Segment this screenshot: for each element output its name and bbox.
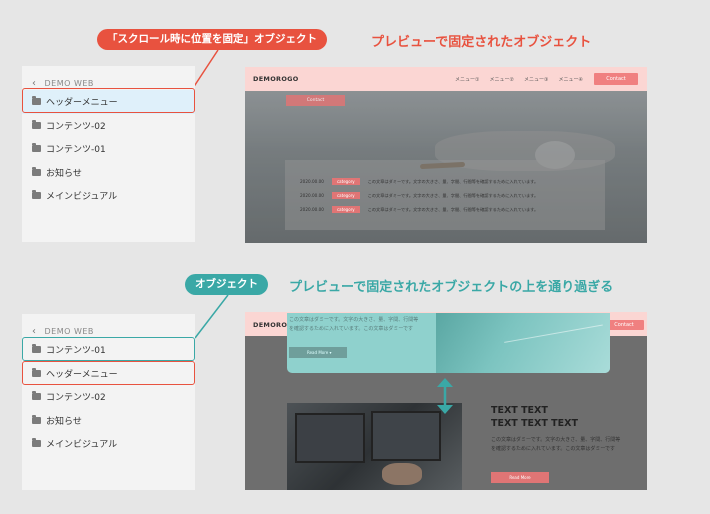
back-link[interactable]: ‹ DEMO WEB <box>32 326 94 337</box>
layer-item-label: コンテンツ-01 <box>46 346 106 357</box>
layer-item-header-menu[interactable]: ヘッダーメニュー <box>22 362 195 386</box>
layer-item-header-menu[interactable]: ヘッダーメニュー <box>22 90 195 114</box>
layer-item-label: お知らせ <box>46 416 82 427</box>
folder-icon <box>32 190 41 200</box>
layer-item-label: メインビジュアル <box>46 192 118 203</box>
contact-button-secondary[interactable]: Contact <box>286 95 345 106</box>
menu-item-3[interactable]: メニュー③ <box>524 76 548 83</box>
preview-top: Contact 2020.00.00 category この文章はダミーです。文… <box>245 67 647 243</box>
news-category: category <box>331 178 360 185</box>
layer-item-contents-01[interactable]: コンテンツ-01 <box>22 338 195 362</box>
site-logo[interactable]: DEMOROGO <box>253 75 299 83</box>
news-text: この文章はダミーです。文字の大きさ、量、字間、行間等を確認するために入れています… <box>367 206 539 212</box>
layer-item-contents-02[interactable]: コンテンツ-02 <box>22 385 195 409</box>
layer-item-label: コンテンツ-02 <box>46 393 106 404</box>
news-row[interactable]: 2020.00.00 category この文章はダミーです。文字の大きさ、量、… <box>300 178 538 185</box>
back-link[interactable]: ‹ DEMO WEB <box>32 78 94 89</box>
fixed-object-callout: 「スクロール時に位置を固定」オブジェクト <box>97 29 327 50</box>
news-text: この文章はダミーです。文字の大きさ、量、字間、行間等を確認するために入れています… <box>367 192 539 198</box>
scrolling-object: この文章はダミーです。文字の大きさ、量、字間、行間等を確認するために入れています… <box>287 313 610 373</box>
layer-panel-top: ‹ DEMO WEB ヘッダーメニュー コンテンツ-02 コンテンツ-01 お知… <box>22 66 195 242</box>
contact-button[interactable]: Contact <box>594 73 638 85</box>
chevron-left-icon: ‹ <box>32 326 37 337</box>
content-title: TEXT TEXT TEXT TEXT TEXT <box>491 405 578 429</box>
layer-list: コンテンツ-01 ヘッダーメニュー コンテンツ-02 お知らせ メインビジュアル <box>22 338 195 456</box>
news-date: 2020.00.00 <box>300 207 324 212</box>
layer-item-label: コンテンツ-02 <box>46 121 106 132</box>
menu-item-4[interactable]: メニュー④ <box>558 76 582 83</box>
layer-item-label: コンテンツ-01 <box>46 145 106 156</box>
layer-item-news[interactable]: お知らせ <box>22 161 195 185</box>
header-menu: メニュー① メニュー② メニュー③ メニュー④ <box>455 76 583 83</box>
menu-item-2[interactable]: メニュー② <box>489 76 513 83</box>
news-row[interactable]: 2020.00.00 category この文章はダミーです。文字の大きさ、量、… <box>300 192 538 199</box>
chevron-left-icon: ‹ <box>32 78 37 89</box>
back-label: DEMO WEB <box>44 327 94 336</box>
folder-icon <box>32 391 41 401</box>
folder-icon <box>32 96 41 106</box>
layer-item-main-visual[interactable]: メインビジュアル <box>22 184 195 208</box>
layer-list: ヘッダーメニュー コンテンツ-02 コンテンツ-01 お知らせ メインビジュアル <box>22 90 195 208</box>
object-pass-caption: プレビューで固定されたオブジェクトの上を通り過ぎる <box>289 280 614 295</box>
folder-icon <box>32 438 41 448</box>
folder-icon <box>32 344 41 354</box>
news-row[interactable]: 2020.00.00 category この文章はダミーです。文字の大きさ、量、… <box>300 206 538 213</box>
back-label: DEMO WEB <box>44 79 94 88</box>
news-category: category <box>331 206 360 213</box>
layer-item-label: お知らせ <box>46 168 82 179</box>
object-callout: オブジェクト <box>185 274 268 295</box>
object-text: この文章はダミーです。文字の大きさ、量、字間、行間等を確認するために入れています… <box>289 317 419 332</box>
folder-icon <box>32 119 41 129</box>
layer-item-main-visual[interactable]: メインビジュアル <box>22 432 195 456</box>
folder-icon <box>32 367 41 377</box>
menu-item-1[interactable]: メニュー① <box>455 76 479 83</box>
folder-icon <box>32 143 41 153</box>
read-more-button[interactable]: Read More <box>491 472 549 483</box>
folder-icon <box>32 166 41 176</box>
object-photo <box>436 313 610 373</box>
layer-item-label: ヘッダーメニュー <box>46 369 118 380</box>
fixed-header: DEMOROGO メニュー① メニュー② メニュー③ メニュー④ Contact <box>245 67 647 91</box>
contact-button[interactable]: Contact <box>604 320 644 330</box>
scroll-arrow-icon <box>437 378 453 414</box>
layer-item-label: ヘッダーメニュー <box>46 98 118 109</box>
layer-panel-bottom: ‹ DEMO WEB コンテンツ-01 ヘッダーメニュー コンテンツ-02 お知… <box>22 314 195 490</box>
monitor-photo <box>287 403 462 490</box>
red-connector-line <box>192 49 219 89</box>
layer-item-contents-01[interactable]: コンテンツ-01 <box>22 137 195 161</box>
content-body: この文章はダミーです。文字の大きさ、量、字間、行間等を確認するために入れています… <box>491 437 621 452</box>
folder-icon <box>32 414 41 424</box>
news-text: この文章はダミーです。文字の大きさ、量、字間、行間等を確認するために入れています… <box>367 178 539 184</box>
teal-connector-line <box>194 294 229 339</box>
layer-item-label: メインビジュアル <box>46 440 118 451</box>
layer-item-contents-02[interactable]: コンテンツ-02 <box>22 114 195 138</box>
news-date: 2020.00.00 <box>300 179 324 184</box>
layer-item-news[interactable]: お知らせ <box>22 409 195 433</box>
news-category: category <box>331 192 360 199</box>
news-date: 2020.00.00 <box>300 193 324 198</box>
fixed-object-caption: プレビューで固定されたオブジェクト <box>371 35 592 50</box>
object-read-more-button[interactable]: Read More ▾ <box>289 347 347 358</box>
